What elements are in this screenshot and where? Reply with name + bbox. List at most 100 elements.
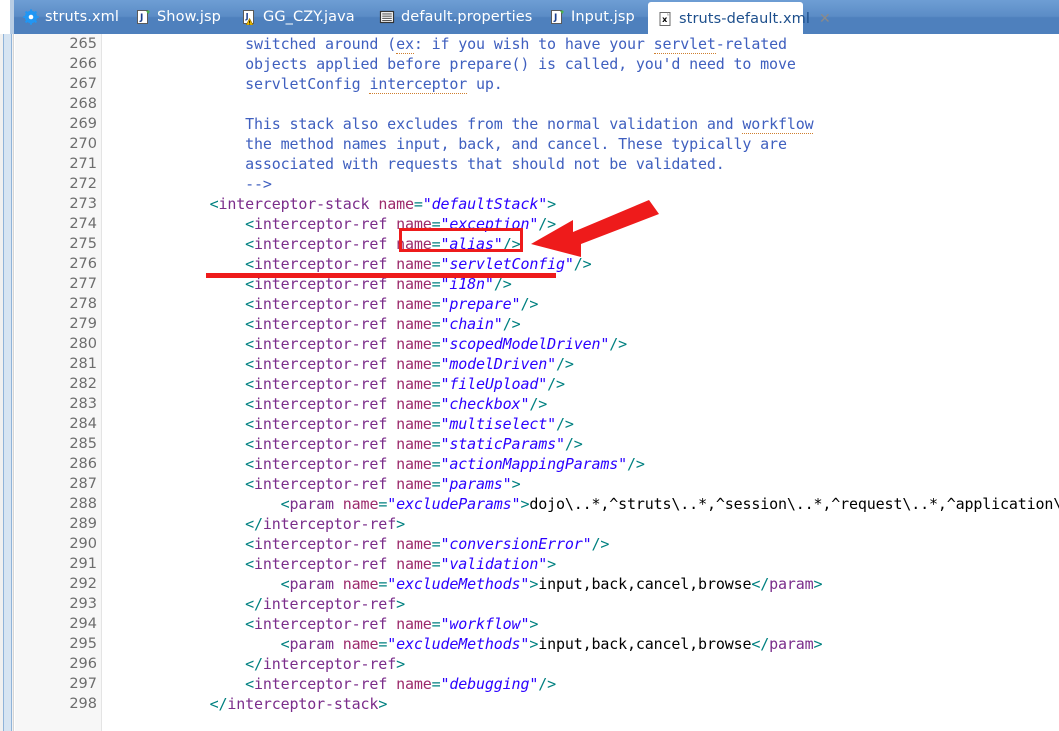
- tab-input-jsp[interactable]: J Input.jsp: [540, 0, 644, 34]
- code-line[interactable]: <interceptor-ref name="chain"/>: [103, 314, 1059, 334]
- code-line[interactable]: <interceptor-ref name="i18n"/>: [103, 274, 1059, 294]
- code-token: <: [103, 255, 254, 273]
- line-number: 281: [15, 354, 101, 374]
- code-token: "excludeMethods": [387, 635, 530, 653]
- code-line[interactable]: <interceptor-ref name="debugging"/>: [103, 674, 1059, 694]
- line-number: 273: [15, 194, 115, 214]
- tab-label: default.properties: [401, 9, 533, 25]
- code-line[interactable]: <param name="excludeMethods">input,back,…: [103, 634, 1059, 654]
- code-line[interactable]: the method names input, back, and cancel…: [103, 134, 1059, 154]
- code-line[interactable]: <param name="excludeMethods">input,back,…: [103, 574, 1059, 594]
- code-line[interactable]: <interceptor-ref name="servletConfig"/>: [103, 254, 1059, 274]
- code-line[interactable]: <interceptor-ref name="modelDriven"/>: [103, 354, 1059, 374]
- code-token: <: [103, 355, 254, 373]
- code-line[interactable]: <interceptor-ref name="conversionError"/…: [103, 534, 1059, 554]
- tab-struts-xml[interactable]: struts.xml: [14, 0, 122, 34]
- code-token: param: [289, 575, 335, 593]
- code-token: />: [520, 295, 539, 313]
- tab-show-jsp[interactable]: J Show.jsp: [126, 0, 230, 34]
- code-line[interactable]: <param name="excludeParams">dojo\..*,^st…: [103, 494, 1059, 514]
- code-line[interactable]: <interceptor-ref name="workflow">: [103, 614, 1059, 634]
- code-token: interceptor-ref: [253, 535, 388, 553]
- code-token: =: [431, 275, 441, 293]
- code-line[interactable]: <interceptor-ref name="actionMappingPara…: [103, 454, 1059, 474]
- code-line[interactable]: servletConfig interceptor up.: [103, 74, 1059, 94]
- code-token: >: [547, 555, 556, 573]
- code-token: =: [431, 415, 441, 433]
- gear-icon: [23, 9, 39, 25]
- tab-default-properties[interactable]: default.properties: [370, 0, 538, 34]
- code-token: interceptor: [369, 75, 468, 94]
- code-line[interactable]: <interceptor-ref name="checkbox"/>: [103, 394, 1059, 414]
- code-token: =: [431, 475, 441, 493]
- code-line[interactable]: </interceptor-ref>: [103, 654, 1059, 674]
- code-line[interactable]: [103, 94, 1059, 114]
- code-token: name: [396, 355, 432, 373]
- code-token: name: [396, 415, 432, 433]
- code-token: This stack also excludes from the normal…: [103, 115, 743, 133]
- code-line[interactable]: <interceptor-ref name="multiselect"/>: [103, 414, 1059, 434]
- line-number: 278: [15, 294, 101, 314]
- annotation-ruler-track[interactable]: [3, 34, 12, 731]
- tab-close-icon[interactable]: ✕: [819, 12, 831, 26]
- code-line[interactable]: <interceptor-ref name="params">: [103, 474, 1059, 494]
- code-token: interceptor-ref: [253, 375, 388, 393]
- code-line[interactable]: associated with requests that should not…: [103, 154, 1059, 174]
- annotation-ruler[interactable]: [0, 34, 14, 731]
- code-token: <: [103, 635, 290, 653]
- code-line[interactable]: This stack also excludes from the normal…: [103, 114, 1059, 134]
- tab-struts-default-xml[interactable]: x struts-default.xml ✕: [648, 2, 831, 36]
- code-line[interactable]: -->: [103, 174, 1059, 194]
- code-line[interactable]: </interceptor-ref>: [103, 594, 1059, 614]
- code-token: />: [591, 535, 610, 553]
- code-line[interactable]: switched around (ex: if you wish to have…: [103, 34, 1059, 54]
- code-token: >: [529, 615, 539, 633]
- code-line[interactable]: <interceptor-ref name="validation">: [103, 554, 1059, 574]
- code-token: "modelDriven": [440, 355, 557, 373]
- line-number: 296: [15, 654, 101, 674]
- line-number: 295: [15, 634, 101, 654]
- line-number: 275: [15, 234, 101, 254]
- code-line[interactable]: <interceptor-ref name="fileUpload"/>: [103, 374, 1059, 394]
- code-token: <: [103, 555, 254, 573]
- code-line[interactable]: <interceptor-ref name="exception"/>: [103, 214, 1059, 234]
- code-token: <: [103, 435, 254, 453]
- code-line[interactable]: </interceptor-ref>: [103, 514, 1059, 534]
- code-token: dojo\..*,^struts\..*,^session\..*,^reque…: [529, 495, 1059, 513]
- code-token: </: [103, 515, 263, 533]
- code-token: interceptor-ref: [253, 455, 388, 473]
- line-number: 285: [15, 434, 101, 454]
- code-token: />: [493, 275, 512, 293]
- java-warning-icon: J: [241, 9, 257, 26]
- code-line[interactable]: objects applied before prepare() is call…: [103, 54, 1059, 74]
- code-content-area[interactable]: switched around (ex: if you wish to have…: [103, 34, 1059, 731]
- code-line[interactable]: <interceptor-ref name="alias"/>: [103, 234, 1059, 254]
- code-line[interactable]: </interceptor-stack>: [103, 694, 1059, 714]
- line-number-value: 290: [69, 536, 97, 552]
- code-token: />: [573, 255, 592, 273]
- line-number: 290: [15, 534, 101, 554]
- code-token: name: [396, 455, 432, 473]
- code-line[interactable]: <interceptor-ref name="prepare"/>: [103, 294, 1059, 314]
- code-line[interactable]: <interceptor-ref name="staticParams"/>: [103, 434, 1059, 454]
- line-number-value: 284: [69, 416, 97, 432]
- tab-gg-czy-java[interactable]: J GG_CZY.java: [232, 0, 364, 34]
- line-number-value: 280: [69, 336, 97, 352]
- code-token: </: [103, 655, 263, 673]
- code-token: "exception": [440, 215, 539, 233]
- code-line[interactable]: <interceptor-stack name="defaultStack">: [103, 194, 1059, 214]
- tab-label: GG_CZY.java: [263, 9, 355, 25]
- line-number-value: 274: [69, 216, 97, 232]
- code-line[interactable]: <interceptor-ref name="scopedModelDriven…: [103, 334, 1059, 354]
- svg-text:x: x: [662, 15, 668, 24]
- code-token: ex: [396, 35, 414, 54]
- line-number: 279: [15, 314, 101, 334]
- code-token: name: [396, 335, 432, 353]
